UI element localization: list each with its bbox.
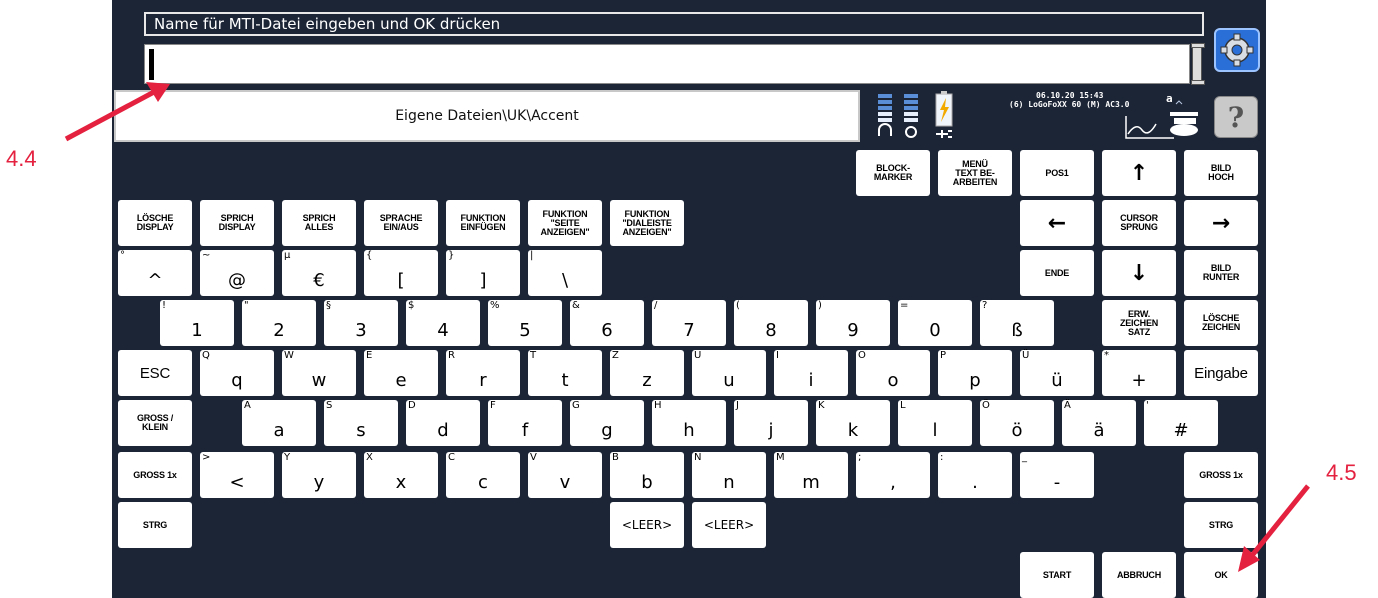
arrow-4-5 [1248,484,1310,560]
arrow-4-4 [64,89,156,142]
annotation-arrows [64,82,1310,572]
